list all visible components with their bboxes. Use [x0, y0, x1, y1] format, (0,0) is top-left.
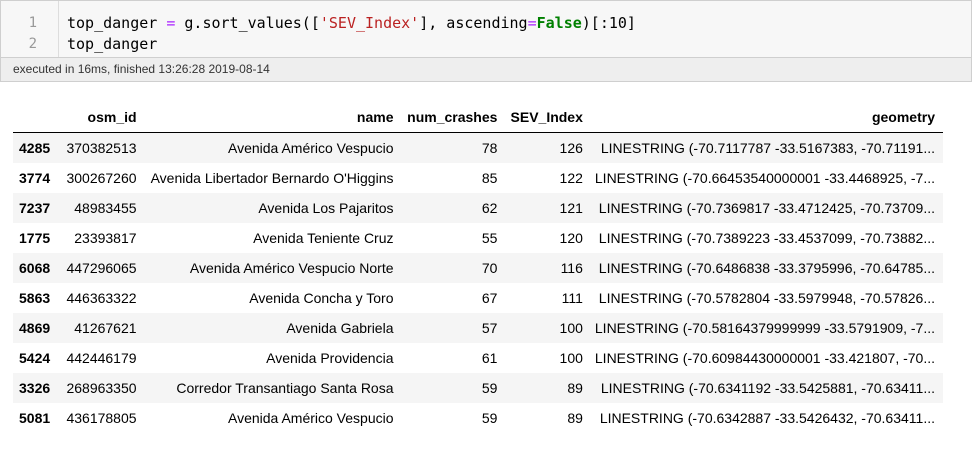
cell-num-crashes: 85: [481, 170, 498, 186]
cell-osm-id: 446363322: [66, 290, 137, 306]
cell-osm-id: 300267260: [66, 170, 137, 186]
row-index: 1775: [19, 230, 51, 246]
row-index: 3326: [19, 380, 51, 396]
row-index: 6068: [19, 260, 51, 276]
cell-geometry: LINESTRING (-70.6486838 -33.3795996, -70…: [598, 260, 935, 276]
cell-sev-index: 126: [559, 140, 583, 156]
cell-sev-index: 121: [559, 200, 583, 216]
line-number-gutter: 1 2: [1, 1, 59, 57]
row-index: 4285: [19, 140, 51, 156]
cell-osm-id: 442446179: [66, 350, 137, 366]
cell-sev-index: 100: [559, 320, 583, 336]
row-index: 7237: [19, 200, 51, 216]
code-token: )[:10]: [581, 14, 636, 32]
cell-geometry: LINESTRING (-70.7369817 -33.4712425, -70…: [598, 200, 935, 216]
cell-osm-id: 48983455: [74, 200, 137, 216]
column-header-sev-index: SEV_Index: [510, 109, 583, 125]
cell-osm-id: 41267621: [74, 320, 137, 336]
line-number-2: 2: [28, 36, 37, 52]
code-keyword: False: [536, 14, 582, 32]
cell-geometry: LINESTRING (-70.60984430000001 -33.42180…: [594, 350, 935, 366]
cell-num-crashes: 62: [481, 200, 498, 216]
cell-sev-index: 116: [560, 260, 583, 276]
dataframe-output-table: osm_id name num_crashes SEV_Index geomet…: [13, 102, 943, 433]
cell-name: Avenida Américo Vespucio: [227, 140, 394, 156]
cell-osm-id: 268963350: [66, 380, 137, 396]
cell-sev-index: 89: [567, 380, 583, 396]
table-row: 3326 268963350 Corredor Transantiago San…: [13, 373, 943, 403]
table-row: 5424 442446179 Avenida Providencia 61 10…: [13, 343, 943, 373]
code-token: ], ascending: [419, 14, 528, 32]
cell-geometry: LINESTRING (-70.5782804 -33.5979948, -70…: [598, 290, 935, 306]
row-index: 5863: [19, 290, 51, 306]
cell-osm-id: 23393817: [74, 230, 137, 246]
cell-num-crashes: 59: [481, 410, 498, 426]
code-operator: =: [527, 14, 537, 32]
column-header-index: [13, 102, 62, 133]
cell-sev-index: 89: [567, 410, 583, 426]
row-index: 3774: [19, 170, 51, 186]
table-row: 4869 41267621 Avenida Gabriela 57 100 LI…: [13, 313, 943, 343]
cell-geometry: LINESTRING (-70.6341192 -33.5425881, -70…: [600, 380, 935, 396]
code-cell-input[interactable]: 1 2 top_danger = g.sort_values(['SEV_Ind…: [0, 0, 972, 58]
code-line-2[interactable]: top_danger: [67, 35, 157, 53]
cell-name: Avenida Américo Vespucio: [227, 410, 394, 426]
cell-name: Avenida Libertador Bernardo O'Higgins: [150, 170, 394, 186]
cell-name: Avenida Concha y Toro: [249, 290, 394, 306]
table-row: 5863 446363322 Avenida Concha y Toro 67 …: [13, 283, 943, 313]
cell-name: Avenida Providencia: [266, 350, 394, 366]
cell-geometry: LINESTRING (-70.7389223 -33.4537099, -70…: [598, 230, 935, 246]
cell-num-crashes: 67: [481, 290, 498, 306]
table-row: 6068 447296065 Avenida Américo Vespucio …: [13, 253, 943, 283]
cell-name: Avenida Los Pajaritos: [258, 200, 394, 216]
table-row: 1775 23393817 Avenida Teniente Cruz 55 1…: [13, 223, 943, 253]
cell-geometry: LINESTRING (-70.7117787 -33.5167383, -70…: [600, 140, 935, 156]
cell-sev-index: 120: [559, 230, 583, 246]
column-header-osm-id: osm_id: [87, 109, 137, 125]
cell-osm-id: 370382513: [66, 140, 137, 156]
cell-name: Corredor Transantiago Santa Rosa: [176, 380, 394, 396]
cell-name: Avenida Teniente Cruz: [253, 230, 394, 246]
column-header-num-crashes: num_crashes: [407, 109, 498, 125]
cell-sev-index: 100: [559, 350, 583, 366]
cell-num-crashes: 61: [481, 350, 498, 366]
cell-num-crashes: 55: [481, 230, 498, 246]
code-string: 'SEV_Index': [319, 14, 420, 32]
table-row: 7237 48983455 Avenida Los Pajaritos 62 1…: [13, 193, 943, 223]
table-row: 5081 436178805 Avenida Américo Vespucio …: [13, 403, 943, 433]
cell-num-crashes: 59: [481, 380, 498, 396]
cell-num-crashes: 70: [481, 260, 498, 276]
cell-num-crashes: 78: [481, 140, 498, 156]
code-line-1[interactable]: top_danger = g.sort_values(['SEV_Index']…: [67, 14, 636, 32]
cell-geometry: LINESTRING (-70.66453540000001 -33.44689…: [594, 170, 935, 186]
cell-osm-id: 447296065: [66, 260, 137, 276]
line-number-1: 1: [28, 15, 37, 31]
cell-name: Avenida Américo Vespucio Norte: [189, 260, 394, 276]
row-index: 5081: [19, 410, 51, 426]
code-token: top_danger: [67, 14, 167, 32]
cell-sev-index: 122: [559, 170, 583, 186]
table-row: 4285 370382513 Avenida Américo Vespucio …: [13, 132, 943, 163]
row-index: 4869: [19, 320, 51, 336]
execution-status-bar: executed in 16ms, finished 13:26:28 2019…: [0, 58, 972, 82]
table-header-row: osm_id name num_crashes SEV_Index geomet…: [13, 102, 943, 133]
execution-status-text: executed in 16ms, finished 13:26:28 2019…: [13, 62, 270, 76]
table-row: 3774 300267260 Avenida Libertador Bernar…: [13, 163, 943, 193]
cell-osm-id: 436178805: [66, 410, 137, 426]
column-header-name: name: [356, 109, 394, 125]
cell-num-crashes: 57: [481, 320, 498, 336]
cell-geometry: LINESTRING (-70.6342887 -33.5426432, -70…: [599, 410, 935, 426]
code-token: g.sort_values([: [175, 14, 320, 32]
row-index: 5424: [19, 350, 51, 366]
column-header-geometry: geometry: [871, 109, 935, 125]
cell-name: Avenida Gabriela: [286, 320, 394, 336]
cell-geometry: LINESTRING (-70.58164379999999 -33.57919…: [594, 320, 935, 336]
cell-sev-index: 111: [561, 290, 583, 306]
